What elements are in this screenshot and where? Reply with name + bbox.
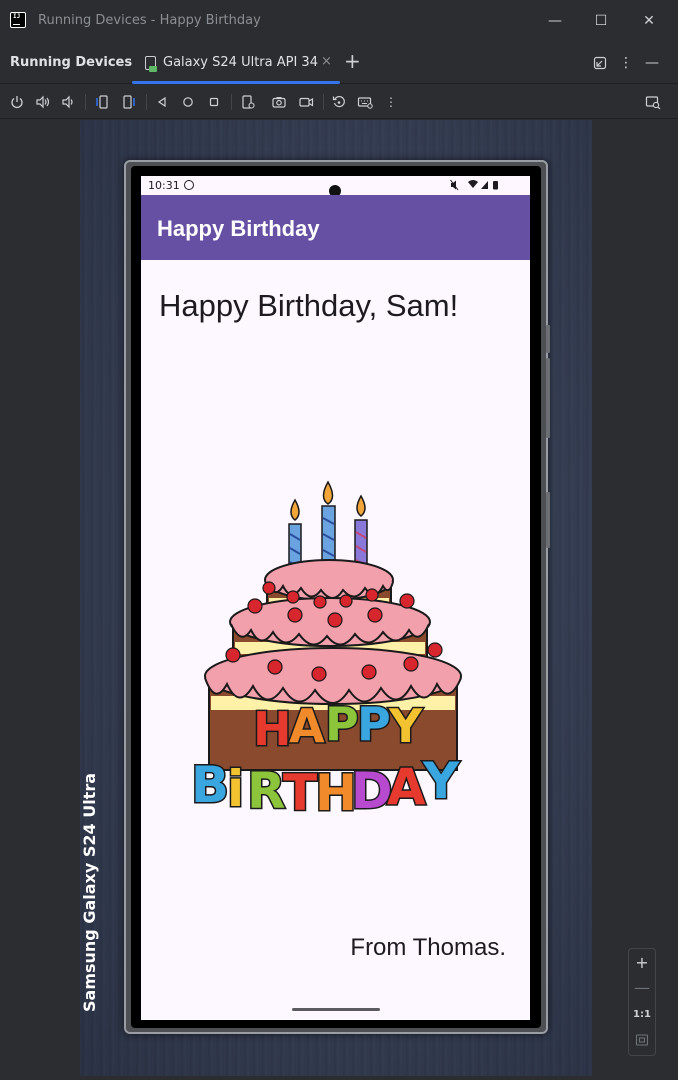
greeting-text: Happy Birthday, Sam! <box>159 288 459 323</box>
zoom-in-button[interactable]: + <box>629 952 655 974</box>
svg-text:R: R <box>247 762 286 815</box>
svg-text:B: B <box>191 756 229 814</box>
svg-text:A: A <box>387 758 426 815</box>
birthday-cake-image: H A P P Y B i R T H D A Y <box>190 480 462 815</box>
tab-close-button[interactable]: × <box>321 54 332 69</box>
zoom-to-fit-icon[interactable] <box>629 1029 655 1051</box>
screen-record-icon[interactable] <box>297 93 315 111</box>
status-icons <box>450 179 508 194</box>
minimize-button[interactable]: — <box>546 12 564 30</box>
device-brand-label: Samsung Galaxy S24 Ultra <box>80 772 99 1012</box>
overview-icon[interactable] <box>205 93 223 111</box>
svg-text:Y: Y <box>422 752 460 810</box>
restore-layout-button[interactable] <box>591 54 609 75</box>
options-menu-button[interactable]: ⋮ <box>617 54 635 72</box>
maximize-button[interactable]: ☐ <box>592 12 610 30</box>
rotate-right-icon[interactable] <box>120 93 138 111</box>
svg-text:P: P <box>325 697 359 751</box>
zoom-out-button[interactable]: — <box>629 977 655 999</box>
phone-side-button <box>546 325 550 353</box>
device-screen[interactable]: 10:31 Happy Birthday Happy Birthday, Sam… <box>141 176 530 1020</box>
home-icon[interactable] <box>179 93 197 111</box>
status-time: 10:31 <box>148 179 180 192</box>
tool-window-header: Running Devices Galaxy S24 Ultra API 34 … <box>0 42 678 84</box>
svg-text:i: i <box>227 760 244 815</box>
svg-text:Y: Y <box>388 699 423 753</box>
svg-text:H: H <box>253 702 292 756</box>
svg-text:P: P <box>357 697 391 751</box>
close-window-button[interactable]: ✕ <box>640 12 658 30</box>
power-icon[interactable] <box>8 93 26 111</box>
screenshot-icon[interactable] <box>270 93 288 111</box>
add-device-button[interactable]: + <box>344 51 361 71</box>
signature-text: From Thomas. <box>350 934 506 961</box>
device-toolbar: ⋮ <box>0 85 678 119</box>
gesture-nav-handle[interactable] <box>292 1008 380 1011</box>
reset-icon[interactable] <box>330 93 348 111</box>
tool-window-title: Running Devices <box>10 55 133 70</box>
app-top-bar: Happy Birthday <box>141 195 530 260</box>
notification-icon <box>184 180 194 190</box>
svg-text:A: A <box>289 699 325 753</box>
tab-selected-indicator <box>132 81 340 84</box>
intellij-logo-icon <box>10 12 26 28</box>
back-icon[interactable] <box>153 93 171 111</box>
actual-size-button[interactable]: 1:1 <box>629 1004 655 1026</box>
toolbar-more-icon[interactable]: ⋮ <box>382 93 400 111</box>
device-info-icon[interactable] <box>239 93 257 111</box>
zoom-controls: + — 1:1 <box>628 948 656 1056</box>
device-tab-icon <box>145 56 157 72</box>
tab-label: Galaxy S24 Ultra API 34 <box>163 55 318 70</box>
window-title: Running Devices - Happy Birthday <box>38 13 261 28</box>
tab-galaxy-s24-ultra[interactable]: Galaxy S24 Ultra API 34 × <box>132 42 340 84</box>
rotate-left-icon[interactable] <box>93 93 111 111</box>
window-titlebar: Running Devices - Happy Birthday — ☐ ✕ <box>0 0 678 42</box>
volume-up-icon[interactable] <box>34 93 52 111</box>
volume-down-icon[interactable] <box>59 93 77 111</box>
app-title: Happy Birthday <box>157 216 320 241</box>
phone-volume-button <box>546 358 550 438</box>
keyboard-icon[interactable] <box>356 93 374 111</box>
phone-power-button <box>546 492 550 548</box>
svg-text:T: T <box>283 764 317 815</box>
hide-tool-window-button[interactable]: — <box>643 54 661 72</box>
device-mirror-icon[interactable] <box>644 93 662 111</box>
